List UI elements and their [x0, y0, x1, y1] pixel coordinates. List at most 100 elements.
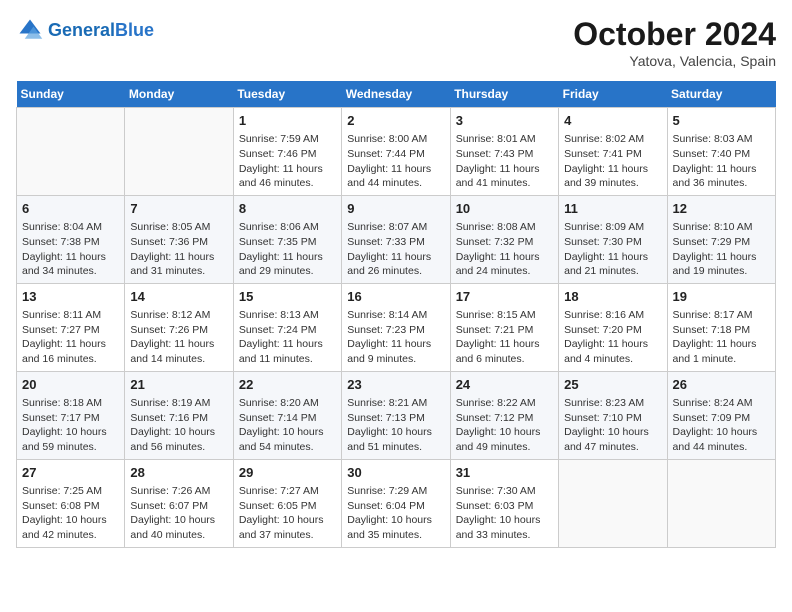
day-detail: Sunrise: 8:14 AMSunset: 7:23 PMDaylight:…: [347, 308, 444, 367]
day-detail: Sunrise: 8:15 AMSunset: 7:21 PMDaylight:…: [456, 308, 553, 367]
calendar-day-cell: 14Sunrise: 8:12 AMSunset: 7:26 PMDayligh…: [125, 283, 233, 371]
calendar-header-row: SundayMondayTuesdayWednesdayThursdayFrid…: [17, 81, 776, 108]
day-detail: Sunrise: 7:25 AMSunset: 6:08 PMDaylight:…: [22, 484, 119, 543]
day-detail: Sunrise: 8:18 AMSunset: 7:17 PMDaylight:…: [22, 396, 119, 455]
calendar-day-cell: 22Sunrise: 8:20 AMSunset: 7:14 PMDayligh…: [233, 371, 341, 459]
logo: GeneralBlue: [16, 16, 154, 44]
day-detail: Sunrise: 7:30 AMSunset: 6:03 PMDaylight:…: [456, 484, 553, 543]
day-number: 17: [456, 288, 553, 306]
calendar-day-cell: 9Sunrise: 8:07 AMSunset: 7:33 PMDaylight…: [342, 195, 450, 283]
day-detail: Sunrise: 7:29 AMSunset: 6:04 PMDaylight:…: [347, 484, 444, 543]
calendar-day-cell: 25 Sunrise: 8:23 AMSunset: 7:10 PMDayligh…: [559, 371, 667, 459]
day-detail: Sunrise: 8:11 AMSunset: 7:27 PMDaylight:…: [22, 308, 119, 367]
day-number: 6: [22, 200, 119, 218]
day-number: 29: [239, 464, 336, 482]
day-detail: Sunrise: 8:24 AMSunset: 7:09 PMDaylight:…: [673, 396, 770, 455]
calendar-day-cell: 26 Sunrise: 8:24 AMSunset: 7:09 PMDayligh…: [667, 371, 775, 459]
day-detail: Sunrise: 8:23 AMSunset: 7:10 PMDaylight:…: [564, 396, 661, 455]
day-detail: Sunrise: 8:12 AMSunset: 7:26 PMDaylight:…: [130, 308, 227, 367]
calendar-table: SundayMondayTuesdayWednesdayThursdayFrid…: [16, 81, 776, 548]
calendar-day-cell: 1Sunrise: 7:59 AMSunset: 7:46 PMDaylight…: [233, 108, 341, 196]
day-of-week-header: Monday: [125, 81, 233, 108]
calendar-day-cell: 17 Sunrise: 8:15 AMSunset: 7:21 PMDayligh…: [450, 283, 558, 371]
calendar-day-cell: [125, 108, 233, 196]
calendar-week-row: 27 Sunrise: 7:25 AMSunset: 6:08 PMDayligh…: [17, 459, 776, 547]
calendar-day-cell: [667, 459, 775, 547]
calendar-day-cell: [559, 459, 667, 547]
title-block: October 2024 Yatova, Valencia, Spain: [573, 16, 776, 69]
day-detail: Sunrise: 8:06 AMSunset: 7:35 PMDaylight:…: [239, 220, 336, 279]
calendar-day-cell: 6 Sunrise: 8:04 AMSunset: 7:38 PMDaylight…: [17, 195, 125, 283]
calendar-day-cell: 12 Sunrise: 8:10 AMSunset: 7:29 PMDayligh…: [667, 195, 775, 283]
day-number: 2: [347, 112, 444, 130]
day-of-week-header: Wednesday: [342, 81, 450, 108]
calendar-week-row: 13 Sunrise: 8:11 AMSunset: 7:27 PMDayligh…: [17, 283, 776, 371]
month-title: October 2024: [573, 16, 776, 53]
calendar-day-cell: 2 Sunrise: 8:00 AMSunset: 7:44 PMDaylight…: [342, 108, 450, 196]
day-number: 12: [673, 200, 770, 218]
calendar-day-cell: 18Sunrise: 8:16 AMSunset: 7:20 PMDayligh…: [559, 283, 667, 371]
day-detail: Sunrise: 8:21 AMSunset: 7:13 PMDaylight:…: [347, 396, 444, 455]
day-number: 27: [22, 464, 119, 482]
calendar-day-cell: 11Sunrise: 8:09 AMSunset: 7:30 PMDayligh…: [559, 195, 667, 283]
calendar-day-cell: 3 Sunrise: 8:01 AMSunset: 7:43 PMDaylight…: [450, 108, 558, 196]
day-detail: Sunrise: 7:27 AMSunset: 6:05 PMDaylight:…: [239, 484, 336, 543]
calendar-day-cell: 23 Sunrise: 8:21 AMSunset: 7:13 PMDayligh…: [342, 371, 450, 459]
calendar-day-cell: 8Sunrise: 8:06 AMSunset: 7:35 PMDaylight…: [233, 195, 341, 283]
calendar-day-cell: 16 Sunrise: 8:14 AMSunset: 7:23 PMDayligh…: [342, 283, 450, 371]
calendar-week-row: 6 Sunrise: 8:04 AMSunset: 7:38 PMDaylight…: [17, 195, 776, 283]
day-detail: Sunrise: 8:20 AMSunset: 7:14 PMDaylight:…: [239, 396, 336, 455]
calendar-week-row: 1Sunrise: 7:59 AMSunset: 7:46 PMDaylight…: [17, 108, 776, 196]
day-number: 7: [130, 200, 227, 218]
day-detail: Sunrise: 8:09 AMSunset: 7:30 PMDaylight:…: [564, 220, 661, 279]
day-number: 9: [347, 200, 444, 218]
day-number: 13: [22, 288, 119, 306]
day-number: 10: [456, 200, 553, 218]
day-number: 18: [564, 288, 661, 306]
day-number: 31: [456, 464, 553, 482]
day-number: 5: [673, 112, 770, 130]
calendar-day-cell: 7Sunrise: 8:05 AMSunset: 7:36 PMDaylight…: [125, 195, 233, 283]
calendar-day-cell: 27 Sunrise: 7:25 AMSunset: 6:08 PMDayligh…: [17, 459, 125, 547]
calendar-day-cell: 21Sunrise: 8:19 AMSunset: 7:16 PMDayligh…: [125, 371, 233, 459]
day-detail: Sunrise: 8:22 AMSunset: 7:12 PMDaylight:…: [456, 396, 553, 455]
day-number: 30: [347, 464, 444, 482]
day-detail: Sunrise: 8:03 AMSunset: 7:40 PMDaylight:…: [673, 132, 770, 191]
calendar-day-cell: 31 Sunrise: 7:30 AMSunset: 6:03 PMDayligh…: [450, 459, 558, 547]
calendar-day-cell: 4 Sunrise: 8:02 AMSunset: 7:41 PMDaylight…: [559, 108, 667, 196]
logo-icon: [16, 16, 44, 44]
day-detail: Sunrise: 8:10 AMSunset: 7:29 PMDaylight:…: [673, 220, 770, 279]
location: Yatova, Valencia, Spain: [573, 53, 776, 69]
day-number: 20: [22, 376, 119, 394]
day-number: 19: [673, 288, 770, 306]
day-of-week-header: Saturday: [667, 81, 775, 108]
day-detail: Sunrise: 8:17 AMSunset: 7:18 PMDaylight:…: [673, 308, 770, 367]
calendar-day-cell: 28 Sunrise: 7:26 AMSunset: 6:07 PMDayligh…: [125, 459, 233, 547]
day-number: 28: [130, 464, 227, 482]
calendar-day-cell: [17, 108, 125, 196]
day-number: 16: [347, 288, 444, 306]
calendar-day-cell: 5 Sunrise: 8:03 AMSunset: 7:40 PMDaylight…: [667, 108, 775, 196]
day-detail: Sunrise: 8:04 AMSunset: 7:38 PMDaylight:…: [22, 220, 119, 279]
day-number: 1: [239, 112, 336, 130]
logo-text: GeneralBlue: [48, 20, 154, 40]
day-of-week-header: Friday: [559, 81, 667, 108]
day-number: 24: [456, 376, 553, 394]
day-number: 25: [564, 376, 661, 394]
day-detail: Sunrise: 8:00 AMSunset: 7:44 PMDaylight:…: [347, 132, 444, 191]
day-detail: Sunrise: 8:13 AMSunset: 7:24 PMDaylight:…: [239, 308, 336, 367]
day-number: 23: [347, 376, 444, 394]
day-detail: Sunrise: 8:08 AMSunset: 7:32 PMDaylight:…: [456, 220, 553, 279]
day-detail: Sunrise: 7:26 AMSunset: 6:07 PMDaylight:…: [130, 484, 227, 543]
calendar-day-cell: 24 Sunrise: 8:22 AMSunset: 7:12 PMDayligh…: [450, 371, 558, 459]
day-of-week-header: Tuesday: [233, 81, 341, 108]
day-number: 4: [564, 112, 661, 130]
day-detail: Sunrise: 8:01 AMSunset: 7:43 PMDaylight:…: [456, 132, 553, 191]
day-number: 26: [673, 376, 770, 394]
calendar-day-cell: 19 Sunrise: 8:17 AMSunset: 7:18 PMDayligh…: [667, 283, 775, 371]
calendar-day-cell: 10 Sunrise: 8:08 AMSunset: 7:32 PMDayligh…: [450, 195, 558, 283]
day-number: 21: [130, 376, 227, 394]
day-number: 3: [456, 112, 553, 130]
day-detail: Sunrise: 8:02 AMSunset: 7:41 PMDaylight:…: [564, 132, 661, 191]
day-of-week-header: Thursday: [450, 81, 558, 108]
